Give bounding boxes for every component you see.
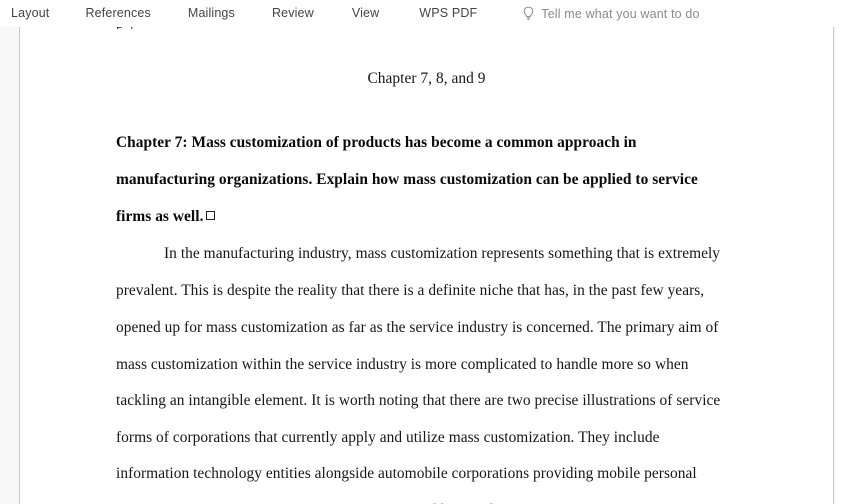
formatting-mark-box-icon xyxy=(206,211,216,220)
workspace-gutter-right xyxy=(835,27,841,504)
paragraph-line: opened up for mass customization as far … xyxy=(116,319,719,336)
workspace-gutter-left xyxy=(0,27,19,504)
paragraph-line: In the manufacturing industry, mass cust… xyxy=(164,245,721,262)
ribbon-tab-references[interactable]: References xyxy=(85,0,150,27)
ribbon-tab-layout[interactable]: Layout xyxy=(11,0,49,27)
paragraph-line: mass customization within the service in… xyxy=(116,356,689,373)
tell-me-label: Tell me what you want to do xyxy=(541,6,700,21)
document-page[interactable]: p y Chapter 7, 8, and 9 Chapter 7: Mass … xyxy=(19,27,834,504)
lightbulb-icon xyxy=(522,6,535,21)
heading-line-3: firms as well. xyxy=(116,207,216,227)
document-title: Chapter 7, 8, and 9 xyxy=(367,70,486,87)
paragraph-line: information technology entities alongsid… xyxy=(116,465,697,482)
ribbon-tab-strip: Layout References Mailings Review View W… xyxy=(0,0,841,27)
ribbon-tab-wps-pdf[interactable]: WPS PDF xyxy=(419,0,477,27)
heading-line-3-text: firms as well. xyxy=(116,208,204,225)
word-application-window: Layout References Mailings Review View W… xyxy=(0,0,841,504)
document-text-body[interactable]: Chapter 7, 8, and 9 Chapter 7: Mass cust… xyxy=(20,27,833,504)
ribbon-tab-mailings[interactable]: Mailings xyxy=(188,0,235,27)
paragraph-line: tackling an intangible element. It is wo… xyxy=(116,392,721,409)
document-workspace: p y Chapter 7, 8, and 9 Chapter 7: Mass … xyxy=(0,27,841,504)
tell-me-search-box[interactable]: Tell me what you want to do xyxy=(522,0,699,27)
heading-line-1: Chapter 7: Mass customization of product… xyxy=(116,134,637,151)
paragraph-line: forms of corporations that currently app… xyxy=(116,429,660,446)
ribbon-tab-review[interactable]: Review xyxy=(272,0,314,27)
ribbon-tab-view[interactable]: View xyxy=(352,0,379,27)
paragraph-line: prevalent. This is despite the reality t… xyxy=(116,282,705,299)
heading-line-2: manufacturing organizations. Explain how… xyxy=(116,171,698,188)
